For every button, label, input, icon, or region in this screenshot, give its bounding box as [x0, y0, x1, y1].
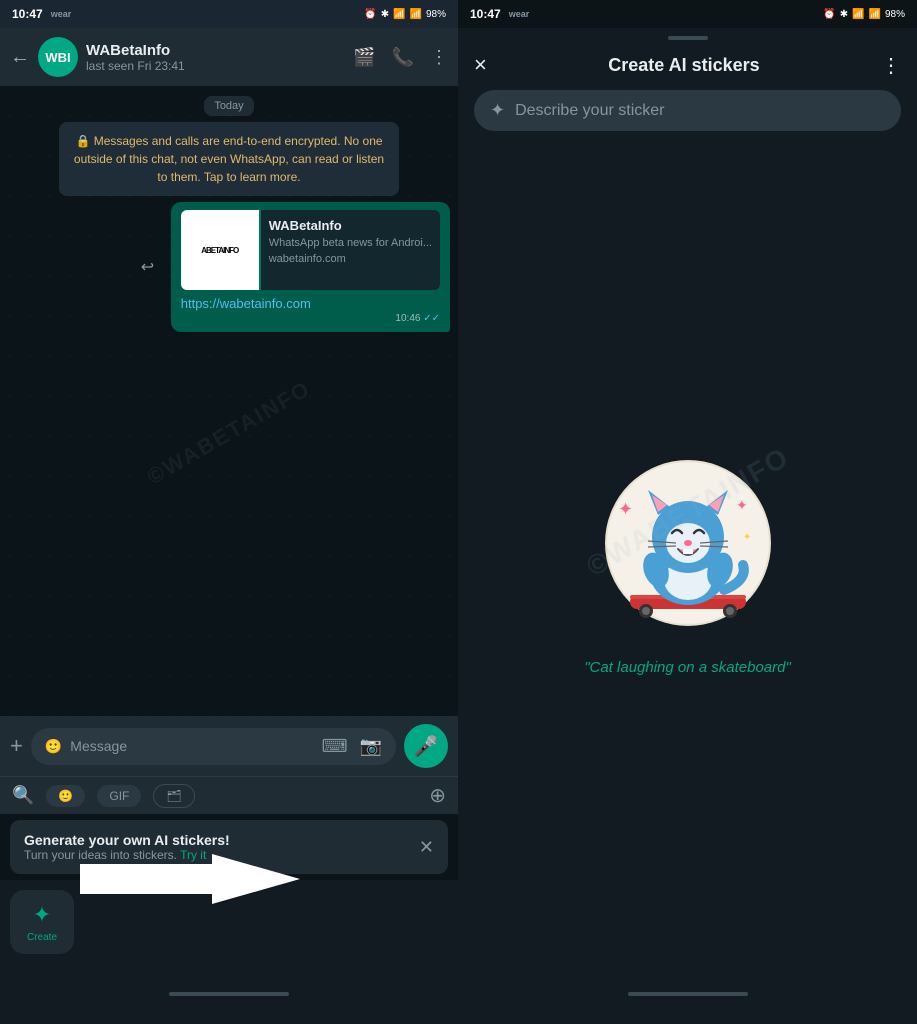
create-ai-sticker-button[interactable]: ✦ Create [10, 890, 74, 954]
right-panel: ©WABETAINFO 10:47 wear ⏰ ✱ 📶 📶 98% × Cre… [458, 0, 917, 1024]
keyboard-icon[interactable]: ⌨ [322, 736, 348, 757]
left-panel: 10:47 wear ⏰ ✱ 📶 📶 98% ← WBI WABetaInfo … [0, 0, 458, 1024]
create-label: Create [27, 932, 57, 943]
input-area: + 🙂 Message ⌨ 📷 🎤 [0, 716, 458, 776]
svg-text:✦: ✦ [736, 497, 748, 513]
ai-banner-title: Generate your own AI stickers! [24, 832, 230, 848]
sticker-tab[interactable]: 🗂 [153, 784, 194, 808]
svg-text:✦: ✦ [743, 532, 751, 543]
chat-area: ©WABETAINFO Today 🔒 Messages and calls a… [0, 86, 458, 716]
link-preview-title: WABetaInfo [269, 218, 432, 233]
contact-status: last seen Fri 23:41 [86, 59, 345, 73]
date-badge: Today [204, 96, 253, 116]
ai-sticker-title: Create AI stickers [608, 55, 759, 76]
time-left: 10:47 [12, 7, 43, 21]
ai-more-options[interactable]: ⋮ [881, 53, 901, 78]
status-bar-right: 10:47 wear ⏰ ✱ 📶 📶 98% [458, 0, 917, 28]
sparkle-icon: ✦ [490, 100, 505, 121]
link-preview-domain: wabetainfo.com [269, 253, 432, 265]
svg-text:✦: ✦ [618, 499, 633, 519]
sticker-image: ✦ ✦ ✦ [588, 435, 788, 635]
contact-name: WABetaInfo [86, 42, 345, 59]
contact-avatar: WBI [38, 37, 78, 77]
wifi-icon: 📶 [393, 9, 405, 20]
phone-call-icon[interactable]: 📞 [392, 47, 414, 68]
close-ai-button[interactable]: × [474, 52, 487, 78]
input-icons: ⌨ 📷 [322, 736, 382, 757]
bluetooth-icon-right: ✱ [840, 9, 848, 20]
contact-info[interactable]: WABetaInfo last seen Fri 23:41 [86, 42, 345, 73]
link-preview-desc: WhatsApp beta news for Androi... [269, 237, 432, 249]
drag-handle [668, 36, 708, 40]
bluetooth-icon: ✱ [381, 9, 389, 20]
ai-sticker-header: × Create AI stickers ⋮ [458, 48, 917, 90]
attach-button[interactable]: + [10, 733, 23, 759]
home-indicator-left [169, 992, 289, 996]
sticker-bar: 🔍 🙂 GIF 🗂 ⊕ [0, 776, 458, 814]
arrow-annotation [80, 854, 300, 904]
header-icons: 🎬 📞 ⋮ [353, 47, 448, 68]
status-time-right: 10:47 wear [470, 7, 529, 21]
gif-tab-label: GIF [109, 789, 129, 803]
read-receipt: ✓✓ [423, 313, 440, 324]
video-call-icon[interactable]: 🎬 [353, 47, 375, 68]
sticker-tab-icon: 🗂 [166, 789, 181, 803]
wear-label-right: wear [509, 9, 530, 19]
link-preview[interactable]: ABETAINFO WABetaInfo WhatsApp beta news … [181, 210, 440, 290]
time-right: 10:47 [470, 7, 501, 21]
battery-left: 98% [426, 9, 446, 20]
sticker-search-field[interactable]: ✦ Describe your sticker [474, 90, 901, 131]
sticker-display-area: ✦ ✦ ✦ "Cat laughing on a skateboard" [458, 147, 917, 964]
gif-tab[interactable]: GIF [97, 785, 141, 807]
message-bubble: ABETAINFO WABetaInfo WhatsApp beta news … [171, 202, 450, 332]
camera-icon-input[interactable]: 📷 [360, 736, 382, 757]
search-icon-bar[interactable]: 🔍 [12, 785, 34, 806]
emoji-tab[interactable]: 🙂 [46, 785, 85, 807]
link-url[interactable]: https://wabetainfo.com [181, 296, 440, 311]
close-banner-button[interactable]: ✕ [419, 837, 434, 858]
add-sticker-pack-button[interactable]: ⊕ [429, 783, 446, 808]
home-indicator-right [628, 992, 748, 996]
wear-label-left: wear [51, 9, 72, 19]
signal-icon-right: 📶 [869, 9, 881, 20]
alarm-icon-right: ⏰ [823, 9, 835, 20]
status-icons-left: ⏰ ✱ 📶 📶 98% [364, 9, 446, 20]
create-icon: ✦ [33, 902, 51, 928]
alarm-icon: ⏰ [364, 9, 376, 20]
status-bar-left: 10:47 wear ⏰ ✱ 📶 📶 98% [0, 0, 458, 28]
emoji-tab-icon: 🙂 [58, 789, 73, 803]
status-icons-right: ⏰ ✱ 📶 📶 98% [823, 9, 905, 20]
chat-header: ← WBI WABetaInfo last seen Fri 23:41 🎬 📞… [0, 28, 458, 86]
mic-icon: 🎤 [414, 734, 439, 759]
bottom-nav-left [0, 964, 458, 1024]
battery-right: 98% [885, 9, 905, 20]
message-input-field[interactable]: 🙂 Message ⌨ 📷 [31, 728, 396, 765]
sticker-search-placeholder: Describe your sticker [515, 102, 664, 120]
left-watermark: ©WABETAINFO [143, 375, 316, 490]
wifi-icon-right: 📶 [852, 9, 864, 20]
signal-icon: 📶 [410, 9, 422, 20]
encryption-notice[interactable]: 🔒 Messages and calls are end-to-end encr… [59, 122, 399, 196]
link-preview-image: ABETAINFO [181, 210, 261, 290]
link-preview-text: WABetaInfo WhatsApp beta news for Androi… [261, 210, 440, 290]
sticker-caption: "Cat laughing on a skateboard" [584, 659, 791, 676]
arrow-shape [80, 854, 300, 904]
emoji-icon-input[interactable]: 🙂 [45, 738, 62, 755]
message-time: 10:46 ✓✓ [181, 313, 440, 324]
status-time-left: 10:47 wear [12, 7, 71, 21]
input-placeholder: Message [70, 738, 313, 754]
bottom-nav-right [458, 964, 917, 1024]
back-button[interactable]: ← [10, 46, 30, 69]
forward-icon[interactable]: ↩ [141, 257, 154, 277]
more-options-icon[interactable]: ⋮ [430, 47, 448, 68]
mic-button[interactable]: 🎤 [404, 724, 448, 768]
